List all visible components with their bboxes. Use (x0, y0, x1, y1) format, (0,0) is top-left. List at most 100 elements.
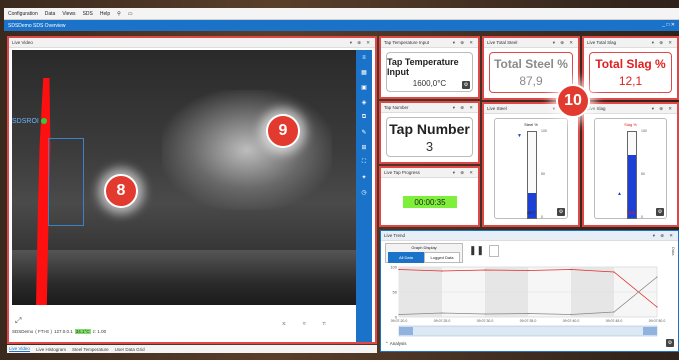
scrubber-handle-right (643, 327, 657, 335)
palette-icon[interactable]: ◈ (362, 99, 367, 106)
panel-controls[interactable]: ▾ ⊕ ✕ (350, 40, 372, 46)
panel-controls[interactable]: ▾ ⊕ ✕ (652, 106, 674, 112)
tap-progress-header-label: Live Tap Progress (384, 170, 420, 175)
menu-configuration[interactable]: Configuration (8, 11, 38, 17)
list-icon[interactable]: ≡ (362, 55, 366, 61)
link-icon[interactable]: ⚲ (117, 11, 121, 17)
slag-marker-icon: ▲ (617, 191, 622, 197)
live-trend-header-label: Live Trend (384, 233, 406, 238)
tap-number-value: 3 (425, 138, 434, 154)
window-controls[interactable]: _ □ ✕ (662, 22, 675, 28)
side-data-tab[interactable]: Data (671, 247, 676, 255)
panel-controls[interactable]: ▾ ⊕ ✕ (453, 170, 475, 176)
document-icon[interactable] (489, 245, 499, 257)
status-temperature: 34.1°C (74, 329, 91, 334)
panel-controls[interactable]: ▾ ⊕ ✕ (652, 40, 674, 46)
x-tick-label: 09:07:45.0 (606, 319, 623, 323)
live-trend-header: Live Trend ▾ ⊕ ✕ (381, 231, 678, 241)
steel-gauge-tube (527, 131, 537, 219)
monitor-icon[interactable]: ▭ (128, 11, 133, 17)
thermal-video[interactable]: SDSROI 8 9 (12, 50, 356, 305)
scrubber-handle-left (399, 327, 413, 335)
trend-point (570, 268, 572, 271)
pin-icon[interactable]: ✦ (361, 174, 366, 181)
menu-sds[interactable]: SDS (83, 11, 93, 17)
gear-icon[interactable]: ⚙ (462, 81, 470, 89)
gear-icon[interactable]: ⚙ (557, 208, 565, 216)
status-zoom: z: 1.00 (92, 329, 107, 334)
x-tick-label: 09:07:35.0 (520, 319, 537, 323)
tool-icon[interactable]: ✎ (361, 129, 366, 136)
tap-progress-panel: Live Tap Progress ▾ ⊕ ✕ 00:00:35 (379, 166, 480, 227)
expand-icon[interactable]: ⤢ (15, 316, 21, 326)
panel-controls[interactable]: ▾ ⊕ ✕ (453, 105, 475, 111)
grid-icon[interactable]: ▦ (361, 69, 367, 76)
layout-icon[interactable]: ⊞ (361, 144, 366, 151)
total-slag-title: Total Slag % (595, 57, 666, 71)
tap-number-header-label: Tap Number (384, 105, 409, 110)
trend-chart[interactable]: 10050009:07:20.0 09:07:25.0 09:07:30.0 09:0… (385, 265, 670, 339)
slag-gauge: Slag % 100 50 0 ▲ 73.3 ⚙ (594, 118, 667, 219)
panel-controls[interactable]: ▾ ⊕ ✕ (453, 40, 475, 46)
total-slag-box[interactable]: Total Slag % 12,1 (589, 52, 672, 93)
x-tick-label: 09:07:25.0 (434, 319, 451, 323)
fullscreen-icon[interactable]: ⛶ (362, 159, 366, 166)
total-steel-value: 87,9 (519, 74, 543, 88)
pause-icon[interactable]: ❚❚ (469, 245, 484, 257)
slag-tick-max: 100 (641, 129, 647, 133)
tap-number-box[interactable]: Tap Number 3 (386, 117, 473, 157)
steel-tick-mid: 50 (541, 172, 545, 176)
menu-help[interactable]: Help (100, 11, 110, 17)
roi-box[interactable] (48, 138, 84, 226)
live-trend-panel: Live Trend ▾ ⊕ ✕ Graph Display All Data … (380, 230, 679, 352)
app-title: SDSDemo SDS Overview (8, 22, 66, 29)
tab-live-video[interactable]: Live Video (9, 346, 30, 352)
x-tick-label: 09:07:40.0 (563, 319, 580, 323)
clock-icon[interactable]: ◷ (361, 189, 366, 196)
tap-temperature-box[interactable]: Tap Temperature Input 1600,0°C ⚙ (386, 52, 473, 92)
live-video-title: Live Video (12, 40, 33, 45)
total-steel-box[interactable]: Total Steel % 87,9 (489, 52, 573, 93)
video-bottom-bar: ⤢ X: Y: T: (12, 308, 356, 326)
steel-tick-min: 0 (541, 215, 543, 219)
tap-number-panel: Tap Number ▾ ⊕ ✕ Tap Number 3 (379, 101, 480, 164)
crop-icon[interactable]: ⧉ (362, 114, 366, 121)
x-tick-label: 09:07:30.0 (477, 319, 494, 323)
steel-tick-max: 100 (541, 129, 547, 133)
chevron-up-icon: ⌃ (385, 341, 389, 346)
all-data-button[interactable]: All Data (388, 252, 424, 263)
roi-handle[interactable] (41, 118, 47, 124)
steel-gauge: Steel % 100 50 0 ▼ 28.7 ⚙ (494, 118, 568, 219)
steel-marker-icon: ▼ (517, 133, 522, 139)
x-tick-label: 09:07:50.0 (649, 319, 666, 323)
total-steel-title: Total Steel % (494, 57, 568, 71)
logged-data-button[interactable]: Logged Data (424, 252, 460, 263)
menu-data[interactable]: Data (45, 11, 56, 17)
trend-point (484, 313, 486, 315)
overview-scrubber (398, 325, 658, 337)
status-ip: 127.0.0.1 (54, 329, 73, 334)
tap-number-title: Tap Number (389, 120, 470, 137)
bottom-tabs: Live Video Live Histogram Steel Temperat… (7, 345, 377, 353)
slag-gauge-title: Slag % (624, 122, 637, 127)
steel-gauge-title: Steel % (524, 122, 538, 127)
gear-icon[interactable]: ⚙ (666, 339, 674, 347)
tab-steel-temperature[interactable]: Steel Temperature (72, 347, 109, 352)
tap-progress-timer: 00:00:35 (403, 196, 457, 208)
tab-live-histogram[interactable]: Live Histogram (36, 347, 66, 352)
image-icon[interactable]: ▣ (361, 84, 367, 91)
menu-views[interactable]: Views (62, 11, 75, 17)
menu-bar: Configuration Data Views SDS Help ⚲ ▭ (4, 8, 679, 20)
total-steel-header-label: Live Total Steel (487, 40, 518, 45)
gear-icon[interactable]: ⚙ (656, 208, 664, 216)
status-device: ( FTI-E ) (35, 329, 53, 334)
tab-user-data-grid[interactable]: User Data Grid (115, 347, 145, 352)
live-video-panel: Live Video ▾ ⊕ ✕ SDSROI 8 9 ≡ ▦ ▣ ◈ ⧉ ✎ … (7, 36, 377, 344)
total-slag-header: Live Total Slag ▾ ⊕ ✕ (584, 38, 677, 48)
analysis-toggle[interactable]: ⌃ Analysis (385, 341, 407, 347)
slag-gauge-fill (628, 154, 636, 218)
panel-controls[interactable]: ▾ ⊕ ✕ (653, 233, 675, 239)
y-tick-label: 50 (393, 290, 398, 295)
panel-controls[interactable]: ▾ ⊕ ✕ (553, 40, 575, 46)
video-toolbar: ≡ ▦ ▣ ◈ ⧉ ✎ ⊞ ⛶ ✦ ◷ (356, 50, 372, 342)
